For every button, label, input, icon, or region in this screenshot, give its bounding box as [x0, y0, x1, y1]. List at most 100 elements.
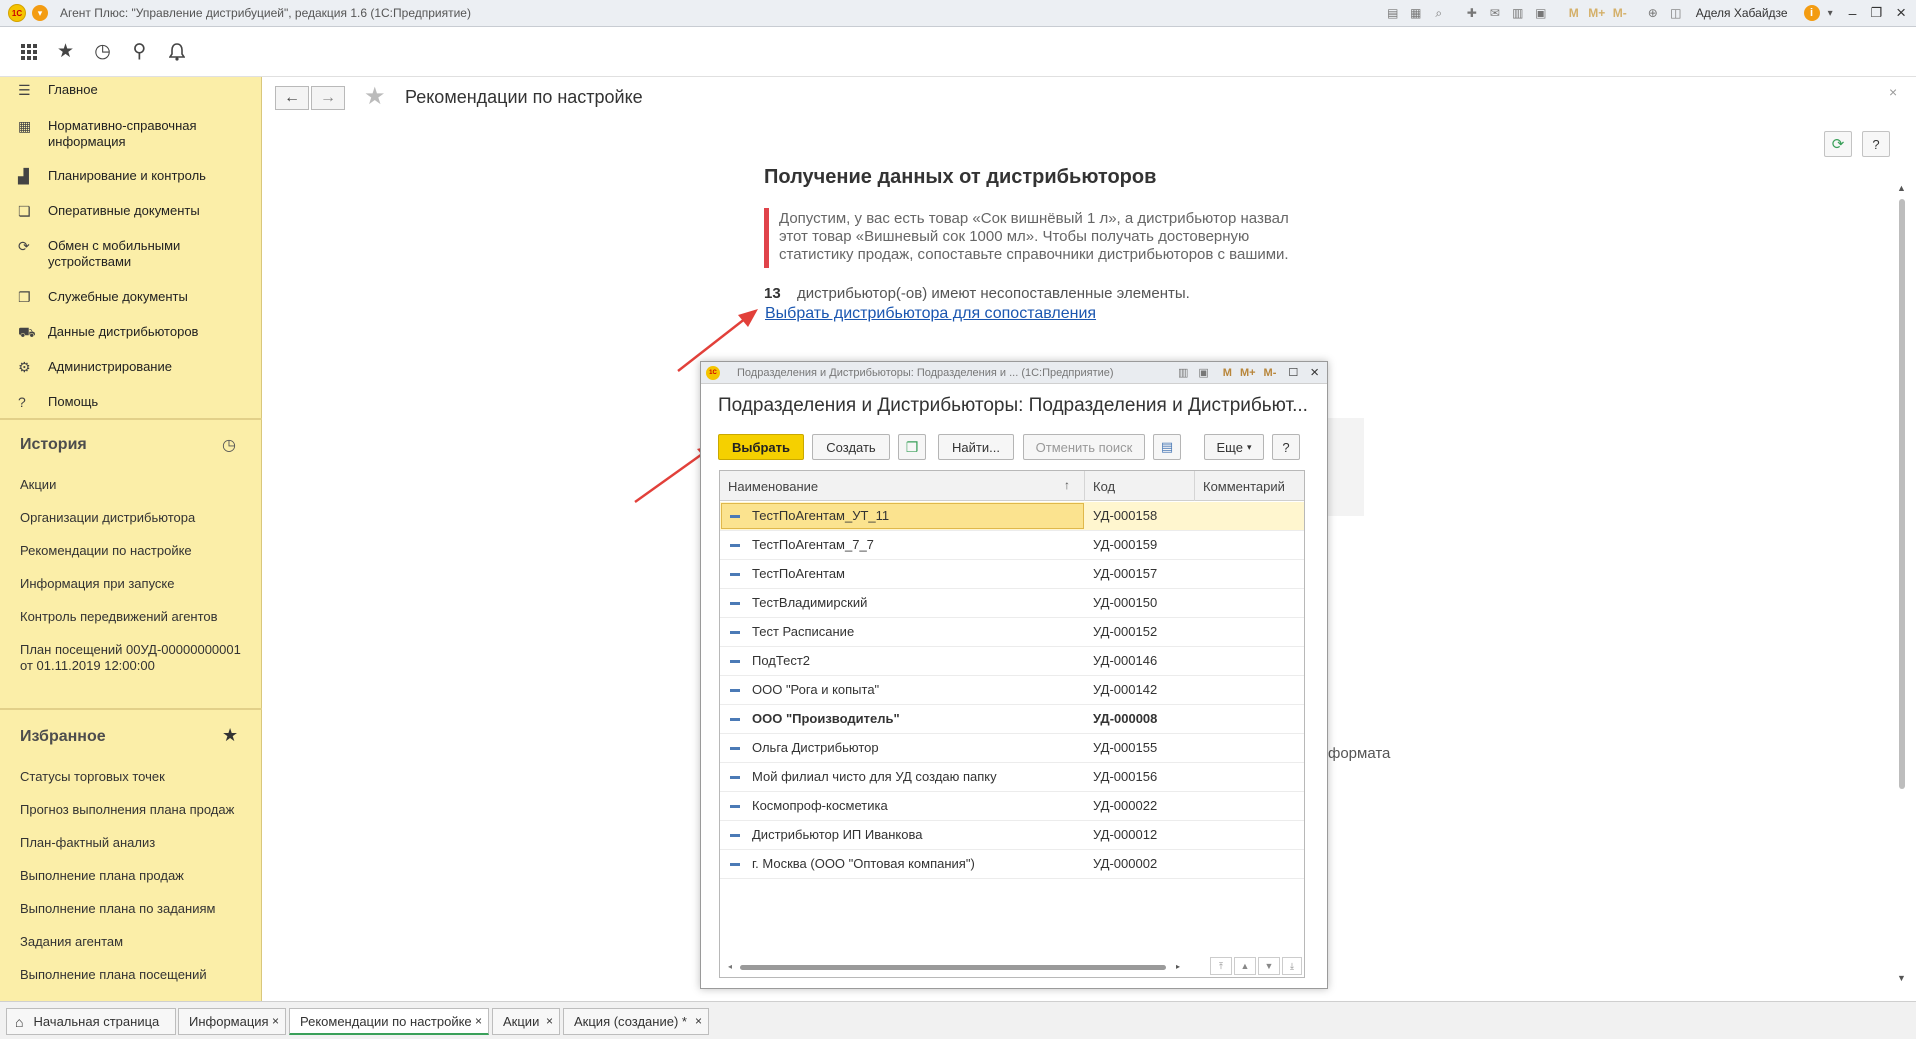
col-code-header[interactable]: Код [1085, 471, 1195, 501]
table-row[interactable]: Тест Расписание УД-000152 [720, 618, 1304, 647]
table-row[interactable]: Ольга Дистрибьютор УД-000155 [720, 734, 1304, 763]
cell-code: УД-000158 [1093, 508, 1158, 523]
cell-name: Ольга Дистрибьютор [752, 740, 879, 755]
scroll-up-button[interactable]: ▲ [1234, 957, 1256, 975]
dialog-help-button[interactable]: ? [1272, 434, 1300, 460]
tab-promotions[interactable]: Акции × [492, 1008, 560, 1035]
item-dash-icon [730, 863, 740, 866]
scroll-down-button[interactable]: ▼ [1258, 957, 1280, 975]
cell-code: УД-000012 [1093, 827, 1158, 842]
scroll-left-icon[interactable]: ◂ [728, 962, 732, 971]
select-button[interactable]: Выбрать [718, 434, 804, 460]
dialog-table-icon[interactable]: ▥ [1178, 366, 1188, 379]
create-button[interactable]: Создать [812, 434, 890, 460]
scroll-right-icon[interactable]: ▸ [1176, 962, 1180, 971]
item-dash-icon [730, 747, 740, 750]
more-button[interactable]: Еще ▾ [1204, 434, 1264, 460]
home-icon: ⌂ [15, 1013, 24, 1030]
cell-code: УД-000150 [1093, 595, 1158, 610]
h-scrollbar[interactable]: ◂ [728, 962, 1166, 973]
dialog-mplus-icon[interactable]: M+ [1240, 367, 1256, 379]
dialog-titlebar: 1С Подразделения и Дистрибьюторы: Подраз… [701, 362, 1327, 384]
1c-logo-icon: 1С [706, 365, 720, 380]
scroll-bottom-button[interactable]: ⤓ [1282, 957, 1302, 975]
cell-code: УД-000156 [1093, 769, 1158, 784]
table-row[interactable]: Дистрибьютор ИП Иванкова УД-000012 [720, 821, 1304, 850]
cell-code: УД-000142 [1093, 682, 1158, 697]
cell-name: Мой филиал чисто для УД создаю папку [752, 769, 997, 784]
item-dash-icon [730, 515, 740, 518]
chevron-down-icon: ▾ [1246, 441, 1252, 452]
table-header: Наименование ↑ Код Комментарий [720, 471, 1304, 501]
cell-code: УД-000152 [1093, 624, 1158, 639]
item-dash-icon [730, 544, 740, 547]
item-dash-icon [730, 573, 740, 576]
cell-code: УД-000155 [1093, 740, 1158, 755]
dialog-mminus-icon[interactable]: M- [1264, 367, 1277, 379]
tab-promotion-create[interactable]: Акция (создание) * × [563, 1008, 709, 1035]
distributor-select-dialog: 1С Подразделения и Дистрибьюторы: Подраз… [700, 361, 1328, 989]
tab-close-icon[interactable]: × [695, 1014, 702, 1028]
item-dash-icon [730, 805, 740, 808]
table-row[interactable]: г. Москва (ООО "Оптовая компания") УД-000… [720, 850, 1304, 879]
cell-name: Космопроф-косметика [752, 798, 888, 813]
list-mode-button[interactable]: ▤ [1153, 434, 1181, 460]
table-row[interactable]: ТестВладимирский УД-000150 [720, 589, 1304, 618]
tab-close-icon[interactable]: × [546, 1014, 553, 1028]
table-row[interactable]: ТестПоАгентам УД-000157 [720, 560, 1304, 589]
cell-name: ТестПоАгентам_УТ_11 [752, 508, 890, 523]
table-row[interactable]: ООО "Производитель" УД-000008 [720, 705, 1304, 734]
distributor-table[interactable]: Наименование ↑ Код Комментарий ТестПоАге… [719, 470, 1305, 978]
cell-name: ПодТест2 [752, 653, 810, 668]
scroll-top-button[interactable]: ⤒ [1210, 957, 1232, 975]
tab-recommendations[interactable]: Рекомендации по настройке × [289, 1008, 489, 1035]
dialog-heading: Подразделения и Дистрибьюторы: Подраздел… [718, 395, 1308, 416]
cell-name: г. Москва (ООО "Оптовая компания") [752, 856, 975, 871]
dialog-maximize-icon[interactable]: ☐ [1288, 366, 1298, 379]
cell-code: УД-000022 [1093, 798, 1158, 813]
sort-arrow-up-icon: ↑ [1064, 478, 1070, 492]
cell-code: УД-000008 [1093, 711, 1158, 726]
list-icon: ▤ [1160, 439, 1174, 454]
dialog-close-icon[interactable]: × [1310, 364, 1319, 381]
cell-code: УД-000002 [1093, 856, 1158, 871]
item-dash-icon [730, 631, 740, 634]
item-dash-icon [730, 834, 740, 837]
copy-button[interactable]: ❐ [898, 434, 926, 460]
cell-code: УД-000157 [1093, 566, 1158, 581]
cell-name: ООО "Рога и копыта" [752, 682, 880, 697]
item-dash-icon [730, 660, 740, 663]
cancel-search-button[interactable]: Отменить поиск [1023, 434, 1145, 460]
cell-code: УД-000146 [1093, 653, 1158, 668]
table-row[interactable]: ПодТест2 УД-000146 [720, 647, 1304, 676]
tab-info[interactable]: Информация × [178, 1008, 286, 1035]
col-comment-header[interactable]: Комментарий [1195, 471, 1304, 501]
cell-name: ТестВладимирский [752, 595, 868, 610]
dialog-calendar-icon[interactable]: ▣ [1198, 366, 1208, 379]
item-dash-icon [730, 718, 740, 721]
table-row[interactable]: ТестПоАгентам_УТ_11 УД-000158 [720, 502, 1304, 531]
table-row[interactable]: Мой филиал чисто для УД создаю папку УД-0… [720, 763, 1304, 792]
col-name-header[interactable]: Наименование ↑ [720, 471, 1085, 501]
cell-name: Дистрибьютор ИП Иванкова [752, 827, 923, 842]
table-row[interactable]: ООО "Рога и копыта" УД-000142 [720, 676, 1304, 705]
table-row[interactable]: Космопроф-косметика УД-000022 [720, 792, 1304, 821]
cell-name: ТестПоАгентам [752, 566, 845, 581]
cell-name: Тест Расписание [752, 624, 855, 639]
h-scroll-thumb[interactable] [740, 965, 1166, 970]
find-button[interactable]: Найти... [938, 434, 1014, 460]
cell-name: ТестПоАгентам_7_7 [752, 537, 874, 552]
cell-code: УД-000159 [1093, 537, 1158, 552]
item-dash-icon [730, 776, 740, 779]
dialog-m-icon[interactable]: M [1223, 367, 1232, 379]
tab-home[interactable]: ⌂ Начальная страница [6, 1008, 176, 1035]
tab-close-icon[interactable]: × [475, 1014, 482, 1028]
copy-doc-icon: ❐ [905, 438, 919, 455]
cell-name: ООО "Производитель" [752, 711, 900, 726]
dialog-window-title: Подразделения и Дистрибьюторы: Подраздел… [737, 366, 1114, 379]
item-dash-icon [730, 602, 740, 605]
tab-close-icon[interactable]: × [272, 1014, 279, 1028]
table-row[interactable]: ТестПоАгентам_7_7 УД-000159 [720, 531, 1304, 560]
open-windows-bar: ⌂ Начальная страница Информация × Рекоме… [0, 1001, 1916, 1039]
item-dash-icon [730, 689, 740, 692]
